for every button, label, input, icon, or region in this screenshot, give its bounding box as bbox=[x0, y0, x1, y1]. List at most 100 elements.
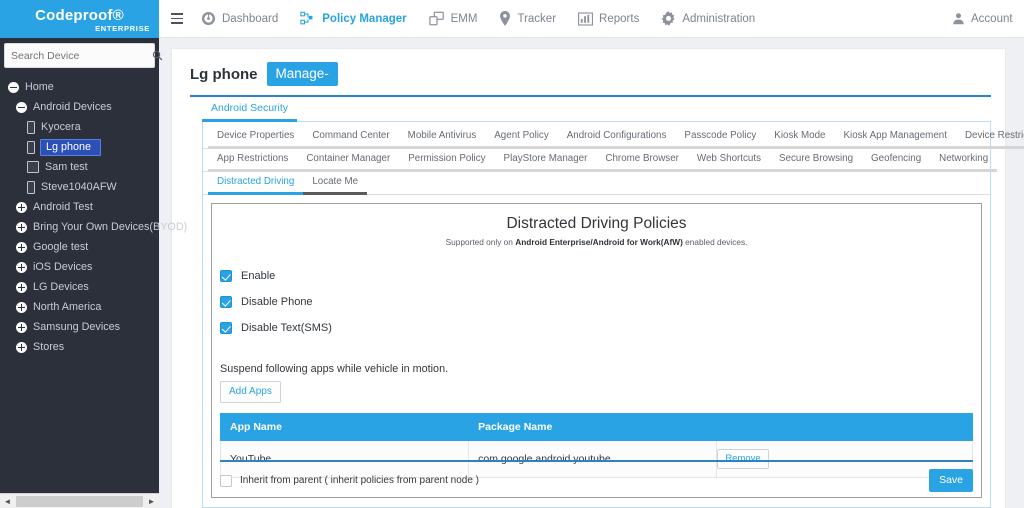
table-header-cell: Package Name bbox=[468, 413, 718, 441]
tree-item-north-america[interactable]: North America bbox=[0, 297, 159, 317]
policy-tab-device-properties[interactable]: Device Properties bbox=[208, 126, 304, 149]
policy-tab-kiosk-app-management[interactable]: Kiosk App Management bbox=[834, 126, 956, 149]
dashboard-icon bbox=[201, 11, 216, 26]
policy-tab-permission-policy[interactable]: Permission Policy bbox=[399, 149, 495, 172]
nav-item-label: Dashboard bbox=[222, 12, 279, 25]
account-label: Account bbox=[971, 12, 1013, 25]
nav-item-dashboard[interactable]: Dashboard bbox=[190, 0, 289, 38]
expand-icon[interactable] bbox=[16, 301, 27, 313]
expand-icon[interactable] bbox=[16, 221, 27, 233]
manage-dropdown-button[interactable]: Manage- bbox=[266, 62, 338, 86]
tree-item-samsung-devices[interactable]: Samsung Devices bbox=[0, 317, 159, 337]
collapse-icon[interactable] bbox=[8, 81, 19, 93]
policy-manager-icon bbox=[300, 11, 316, 26]
policy-tab-kiosk-mode[interactable]: Kiosk Mode bbox=[765, 126, 835, 149]
tree-item-ios-devices[interactable]: iOS Devices bbox=[0, 257, 159, 277]
policy-title: Distracted Driving Policies bbox=[506, 215, 687, 232]
section-tab-android-security[interactable]: Android Security bbox=[202, 97, 298, 122]
checkbox[interactable] bbox=[220, 270, 232, 282]
policy-tab-container-manager[interactable]: Container Manager bbox=[297, 149, 400, 172]
checkbox-row-enable[interactable]: Enable bbox=[216, 263, 981, 289]
policy-tab-chrome-browser[interactable]: Chrome Browser bbox=[596, 149, 688, 172]
gear-icon bbox=[661, 11, 676, 26]
tree-item-label: Bring Your Own Devices(BYOD) bbox=[33, 221, 188, 233]
tree-item-label: Kyocera bbox=[41, 121, 81, 133]
tree-item-kyocera[interactable]: Kyocera bbox=[0, 117, 159, 137]
nav-item-administration[interactable]: Administration bbox=[650, 0, 766, 38]
nav-item-reports[interactable]: Reports bbox=[567, 0, 650, 38]
nav-item-policy-manager[interactable]: Policy Manager bbox=[289, 0, 417, 38]
tree-item-lg-devices[interactable]: LG Devices bbox=[0, 277, 159, 297]
device-search[interactable] bbox=[4, 43, 163, 68]
expand-icon[interactable] bbox=[16, 281, 27, 293]
form-footer: Inherit from parent ( inherit policies f… bbox=[220, 464, 973, 497]
nav-item-tracker[interactable]: Tracker bbox=[488, 0, 567, 38]
checkbox[interactable] bbox=[220, 322, 232, 334]
policy-tab-distracted-driving[interactable]: Distracted Driving bbox=[208, 172, 304, 195]
app-root: Codeproof® ENTERPRISE Home Android Device… bbox=[0, 0, 1024, 508]
tree-item-android-test[interactable]: Android Test bbox=[0, 197, 159, 217]
tree-item-bring-your-own-devices-byod-[interactable]: Bring Your Own Devices(BYOD) bbox=[0, 217, 187, 237]
policy-subtitle-strong: Android Enterprise/Android for Work(AfW) bbox=[515, 237, 683, 247]
scroll-left-arrow[interactable]: ◄ bbox=[0, 493, 15, 508]
nav-item-label: Policy Manager bbox=[322, 12, 407, 25]
save-button[interactable]: Save bbox=[929, 469, 973, 492]
distracted-driving-form: Distracted Driving Policies Supported on… bbox=[211, 203, 982, 498]
policy-tab-device-restrictions[interactable]: Device Restrictions bbox=[955, 126, 1024, 149]
checkbox[interactable] bbox=[220, 296, 232, 308]
nav-item-label: Tracker bbox=[517, 12, 557, 25]
policy-tab-geofencing[interactable]: Geofencing bbox=[862, 149, 931, 172]
section-tabs: Android Security bbox=[202, 97, 991, 122]
emm-icon bbox=[428, 11, 445, 26]
policy-tab-networking[interactable]: Networking bbox=[930, 149, 998, 172]
policy-tab-app-restrictions[interactable]: App Restrictions bbox=[208, 149, 298, 172]
scrollbar-thumb[interactable] bbox=[16, 495, 143, 507]
account-menu[interactable]: Account bbox=[952, 12, 1024, 25]
hamburger-icon[interactable] bbox=[164, 13, 190, 24]
search-icon[interactable] bbox=[152, 44, 163, 67]
policy-tab-android-configurations[interactable]: Android Configurations bbox=[557, 126, 676, 149]
tree-item-label: Samsung Devices bbox=[33, 321, 121, 333]
policy-subtitle-prefix: Supported only on bbox=[445, 237, 516, 247]
policy-tab-secure-browsing[interactable]: Secure Browsing bbox=[769, 149, 863, 172]
sidebar-horizontal-scrollbar[interactable]: ◄ ► bbox=[0, 493, 159, 508]
expand-icon[interactable] bbox=[16, 241, 27, 253]
nav-item-emm[interactable]: EMM bbox=[418, 0, 489, 38]
tree-item-lg-phone[interactable]: Lg phone bbox=[0, 137, 159, 157]
expand-icon[interactable] bbox=[16, 261, 27, 273]
brand-edition: ENTERPRISE bbox=[95, 24, 150, 33]
checkbox-row-disable-text-sms-[interactable]: Disable Text(SMS) bbox=[216, 315, 981, 341]
tree-item-android-devices[interactable]: Android Devices bbox=[0, 97, 159, 117]
policy-tab-locate-me[interactable]: Locate Me bbox=[303, 172, 368, 195]
inherit-checkbox[interactable] bbox=[220, 474, 232, 487]
expand-icon[interactable] bbox=[16, 201, 27, 213]
policy-checkbox-list: Enable Disable Phone Disable Text(SMS) bbox=[216, 263, 981, 341]
add-apps-button[interactable]: Add Apps bbox=[220, 381, 281, 403]
policy-tab-agent-policy[interactable]: Agent Policy bbox=[485, 126, 558, 149]
search-input[interactable] bbox=[5, 44, 152, 67]
expand-icon[interactable] bbox=[16, 341, 27, 353]
scroll-right-arrow[interactable]: ► bbox=[144, 493, 159, 508]
policy-tab-mobile-antivirus[interactable]: Mobile Antivirus bbox=[398, 126, 486, 149]
tree-item-label: Steve1040AFW bbox=[41, 181, 117, 193]
expand-icon[interactable] bbox=[16, 321, 27, 333]
tree-item-label: Android Devices bbox=[33, 101, 112, 113]
checkbox-row-disable-phone[interactable]: Disable Phone bbox=[216, 289, 981, 315]
policy-tab-web-shortcuts[interactable]: Web Shortcuts bbox=[687, 149, 770, 172]
tree-item-stores[interactable]: Stores bbox=[0, 337, 159, 357]
policy-tab-passcode-policy[interactable]: Passcode Policy bbox=[675, 126, 766, 149]
checkbox-label: Enable bbox=[241, 270, 276, 282]
tree-item-steve1040afw[interactable]: Steve1040AFW bbox=[0, 177, 159, 197]
tree-item-home[interactable]: Home bbox=[0, 77, 159, 97]
policy-tab-command-center[interactable]: Command Center bbox=[303, 126, 399, 149]
checkbox-label: Disable Text(SMS) bbox=[241, 322, 332, 334]
collapse-icon[interactable] bbox=[16, 101, 27, 113]
nav-item-label: EMM bbox=[450, 12, 478, 25]
suspend-apps-label: Suspend following apps while vehicle in … bbox=[220, 363, 449, 375]
policy-tab-playstore-manager[interactable]: PlayStore Manager bbox=[494, 149, 597, 172]
tree-item-google-test[interactable]: Google test bbox=[0, 237, 159, 257]
tree-item-sam-test[interactable]: Sam test bbox=[0, 157, 159, 177]
inherit-label: Inherit from parent ( inherit policies f… bbox=[240, 475, 479, 486]
table-header-row: App Name Package Name bbox=[219, 413, 973, 441]
inherit-from-parent-option[interactable]: Inherit from parent ( inherit policies f… bbox=[220, 474, 479, 487]
